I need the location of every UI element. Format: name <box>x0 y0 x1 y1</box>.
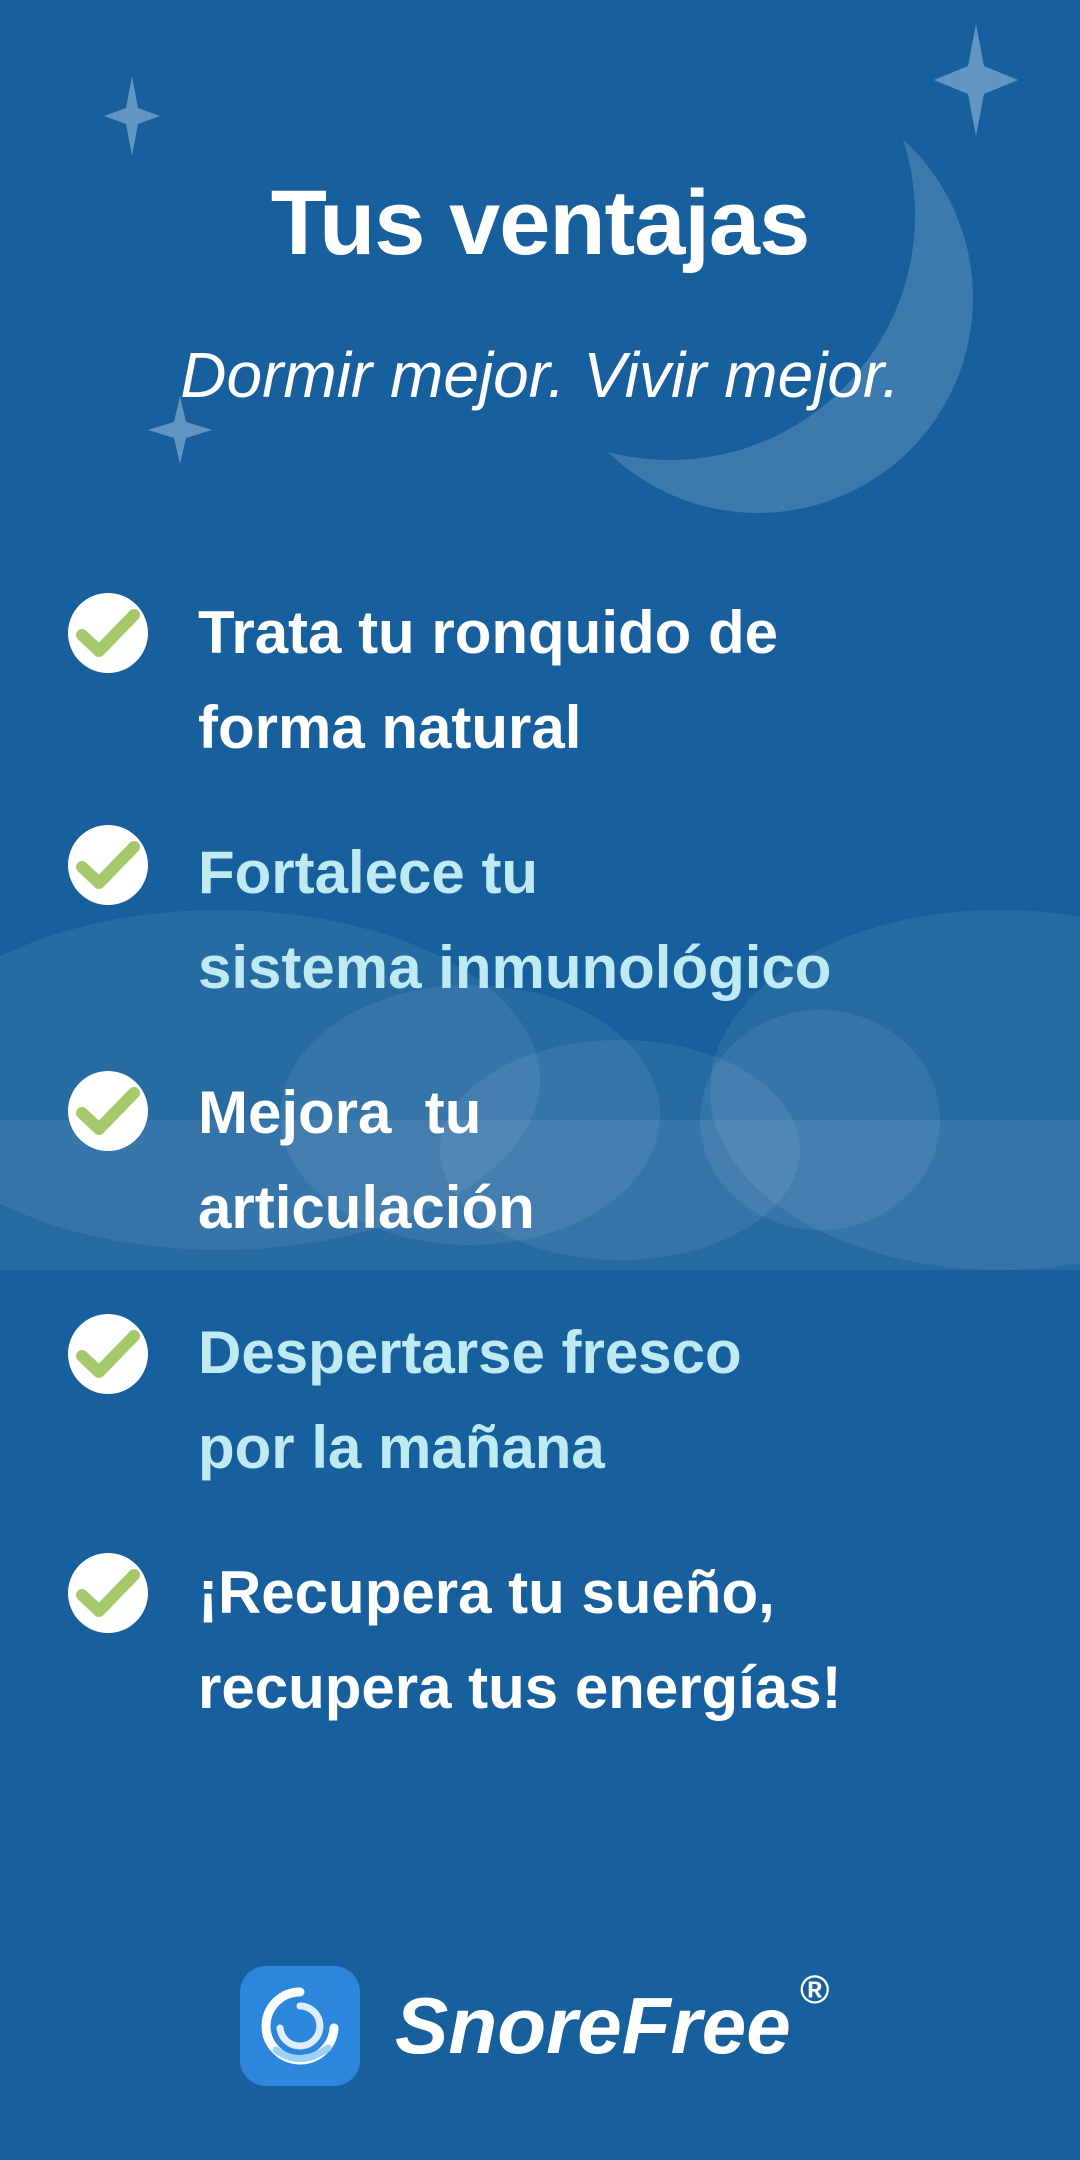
benefit-text: Despertarse fresco por la mañana <box>198 1305 1058 1495</box>
check-icon <box>68 1071 148 1151</box>
benefit-line: articulación <box>198 1174 535 1241</box>
benefit-line: Despertarse fresco <box>198 1319 742 1386</box>
registered-mark: ® <box>800 1968 830 2012</box>
benefit-item: Fortalece tu sistema inmunológico <box>0 825 1080 1025</box>
brand-logo: SnoreFree ® <box>240 1966 840 2086</box>
benefit-line: ¡Recupera tu sueño, <box>198 1559 775 1626</box>
benefit-text: Mejora tu articulación <box>198 1065 1058 1255</box>
page-subtitle: Dormir mejor. Vivir mejor. <box>180 339 900 411</box>
check-icon <box>68 1314 148 1394</box>
benefit-item: ¡Recupera tu sueño, recupera tus energía… <box>0 1545 1080 1745</box>
benefit-item: Despertarse fresco por la mañana <box>0 1305 1080 1505</box>
benefit-line: por la mañana <box>198 1414 605 1481</box>
benefit-line: recupera tus energías! <box>198 1654 842 1721</box>
snorefree-app-icon <box>240 1966 360 2086</box>
benefit-line: forma natural <box>198 694 582 761</box>
benefit-line: sistema inmunológico <box>198 934 832 1001</box>
moon-icon <box>543 83 973 513</box>
benefit-line: Fortalece tu <box>198 839 539 906</box>
star-icon <box>934 24 1018 136</box>
benefit-text: ¡Recupera tu sueño, recupera tus energía… <box>198 1545 1058 1735</box>
brand-name: SnoreFree <box>395 1981 791 2070</box>
check-icon <box>68 825 148 905</box>
benefit-text: Fortalece tu sistema inmunológico <box>198 825 1058 1015</box>
benefit-item: Trata tu ronquido de forma natural <box>0 585 1080 785</box>
benefit-item: Mejora tu articulación <box>0 1065 1080 1265</box>
benefit-text: Trata tu ronquido de forma natural <box>198 585 1058 775</box>
page-title: Tus ventajas <box>270 172 811 274</box>
check-icon <box>68 593 148 673</box>
check-icon <box>68 1553 148 1633</box>
star-icon <box>104 76 160 156</box>
benefit-line: Mejora tu <box>198 1079 482 1146</box>
benefit-line: Trata tu ronquido de <box>198 599 778 666</box>
